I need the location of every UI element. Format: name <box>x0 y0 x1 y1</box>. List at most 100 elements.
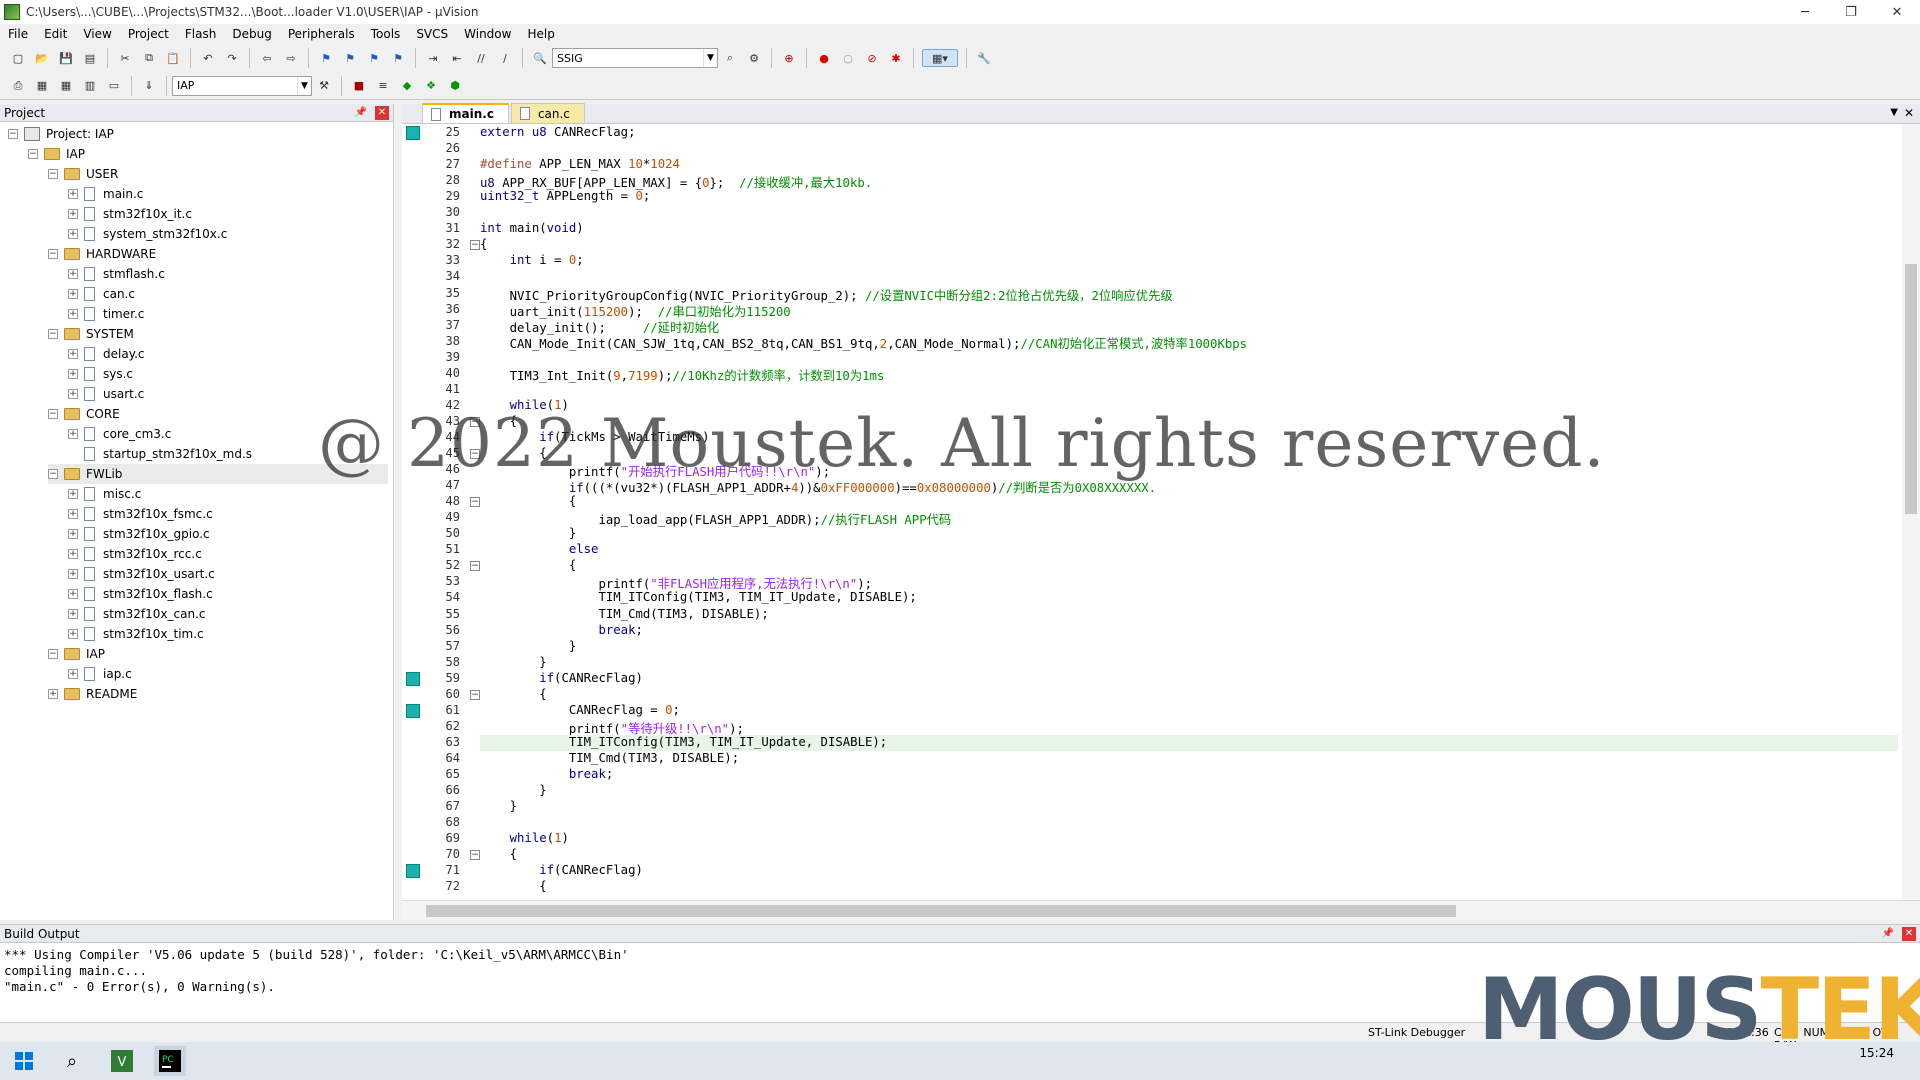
download-icon[interactable]: ⇓ <box>140 77 158 95</box>
restore-button[interactable]: ❐ <box>1828 0 1874 24</box>
incremental-find-icon[interactable]: ⌕ <box>721 49 739 67</box>
expand-icon[interactable]: + <box>68 349 78 359</box>
tree-file[interactable]: + main.c <box>68 184 143 204</box>
tree-file[interactable]: + core_cm3.c <box>68 424 171 444</box>
code-line[interactable]: } <box>480 783 546 797</box>
menu-view[interactable]: View <box>75 27 119 41</box>
paste-icon[interactable]: 📋 <box>164 49 182 67</box>
code-line[interactable]: else <box>480 542 599 556</box>
tree-group-iap[interactable]: − IAP <box>48 644 105 664</box>
code-line[interactable]: #define APP_LEN_MAX 10*1024 <box>480 157 680 171</box>
menu-peripherals[interactable]: Peripherals <box>280 27 363 41</box>
expand-icon[interactable]: + <box>68 289 78 299</box>
manage-project-icon[interactable]: ≡ <box>374 77 392 95</box>
redo-icon[interactable]: ↷ <box>223 49 241 67</box>
tree-file[interactable]: + iap.c <box>68 664 132 684</box>
keil-uvision-icon[interactable]: V <box>106 1046 138 1076</box>
tree-file[interactable]: + timer.c <box>68 304 144 324</box>
tree-file[interactable]: + stm32f10x_it.c <box>68 204 192 224</box>
rebuild-icon[interactable]: ▦ <box>57 77 75 95</box>
expand-icon[interactable]: + <box>68 549 78 559</box>
bookmark-icon[interactable] <box>406 126 420 140</box>
breakpoint-disable-icon[interactable]: ⊘ <box>863 49 881 67</box>
chevron-down-icon[interactable]: ▼ <box>703 49 717 67</box>
code-line[interactable]: CAN_Mode_Init(CAN_SJW_1tq,CAN_BS2_8tq,CA… <box>480 334 1247 352</box>
code-line[interactable]: if(CANRecFlag) <box>480 671 643 685</box>
fold-icon[interactable]: − <box>470 689 480 700</box>
menu-svcs[interactable]: SVCS <box>408 27 456 41</box>
code-line[interactable]: while(1) <box>480 831 569 845</box>
code-line[interactable]: } <box>480 639 576 653</box>
code-line[interactable]: int i = 0; <box>480 253 584 267</box>
pack-installer-icon[interactable]: ◆ <box>398 77 416 95</box>
code-line[interactable]: { <box>480 687 546 701</box>
run-time-env-icon[interactable]: ⬢ <box>446 77 464 95</box>
indent-icon[interactable]: ⇥ <box>424 49 442 67</box>
close-icon[interactable]: ✕ <box>375 105 389 120</box>
collapse-icon[interactable]: − <box>8 129 18 139</box>
save-icon[interactable]: 💾 <box>57 49 75 67</box>
cut-icon[interactable]: ✂ <box>116 49 134 67</box>
collapse-icon[interactable]: − <box>28 149 38 159</box>
tree-file[interactable]: + sys.c <box>68 364 133 384</box>
tree-group-user[interactable]: − USER <box>48 164 118 184</box>
close-icon[interactable]: ✕ <box>1904 106 1914 120</box>
code-line[interactable]: { <box>480 494 576 508</box>
translate-icon[interactable]: ⎙ <box>9 77 27 95</box>
expand-icon[interactable]: + <box>68 429 78 439</box>
pin-icon[interactable]: 📌 <box>1882 928 1894 939</box>
expand-icon[interactable]: + <box>68 669 78 679</box>
menu-project[interactable]: Project <box>120 27 177 41</box>
code-line[interactable]: int main(void) <box>480 221 584 235</box>
tree-file[interactable]: + usart.c <box>68 384 144 404</box>
expand-icon[interactable]: + <box>68 609 78 619</box>
code-line[interactable]: } <box>480 655 546 669</box>
tree-group-core[interactable]: − CORE <box>48 404 120 424</box>
expand-icon[interactable]: + <box>68 629 78 639</box>
tree-file[interactable]: + stm32f10x_tim.c <box>68 624 204 644</box>
tree-file[interactable]: + misc.c <box>68 484 141 504</box>
configure-icon[interactable]: 🔧 <box>975 49 993 67</box>
tree-project-root[interactable]: − Project: IAP <box>8 124 114 144</box>
tree-group-readme[interactable]: + README <box>48 684 137 704</box>
bookmark-prev-icon[interactable]: ⚑ <box>341 49 359 67</box>
search-icon[interactable]: ⌕ <box>56 1046 88 1076</box>
expand-icon[interactable]: + <box>68 229 78 239</box>
expand-icon[interactable]: + <box>68 589 78 599</box>
tree-file[interactable]: + stm32f10x_fsmc.c <box>68 504 213 524</box>
bookmark-next-icon[interactable]: ⚑ <box>365 49 383 67</box>
bookmark-clear-icon[interactable]: ⚑ <box>389 49 407 67</box>
copy-icon[interactable]: ⧉ <box>140 49 158 67</box>
menu-debug[interactable]: Debug <box>224 27 279 41</box>
tree-file[interactable]: + stm32f10x_rcc.c <box>68 544 202 564</box>
scroll-thumb[interactable] <box>426 905 1456 917</box>
find-combo[interactable]: SSIG ▼ <box>552 48 718 68</box>
gutter[interactable]: 25 26 27 28 29 30 31 32 33 34 35 36 37 38 39 40 41 42 43 44… <box>402 124 470 900</box>
undo-icon[interactable]: ↶ <box>199 49 217 67</box>
bookmark-icon[interactable] <box>406 671 420 686</box>
code-line[interactable]: { <box>480 847 517 861</box>
code-line[interactable]: break; <box>480 767 613 781</box>
batch-build-icon[interactable]: ▥ <box>81 77 99 95</box>
code-line[interactable]: uint32_t APPLength = 0; <box>480 189 650 203</box>
tree-file[interactable]: startup_stm32f10x_md.s <box>68 444 252 464</box>
expand-icon[interactable]: + <box>68 369 78 379</box>
collapse-icon[interactable]: − <box>48 329 58 339</box>
fold-icon[interactable]: − <box>470 850 480 861</box>
start-debug-icon[interactable]: ⊕ <box>780 49 798 67</box>
code-line[interactable]: } <box>480 799 517 813</box>
menu-edit[interactable]: Edit <box>36 27 75 41</box>
tab-list-icon[interactable]: ▼ <box>1890 107 1898 118</box>
code-line[interactable]: TIM_Cmd(TIM3, DISABLE); <box>480 607 768 621</box>
code-line[interactable]: TIM3_Int_Init(9,7199);//10Khz的计数频率，计数到10… <box>480 366 885 384</box>
expand-icon[interactable]: + <box>68 269 78 279</box>
code-line[interactable]: CANRecFlag = 0; <box>480 703 680 717</box>
breakpoint-enable-icon[interactable]: ○ <box>839 49 857 67</box>
tab-main-c[interactable]: main.c <box>422 103 509 123</box>
tree-file[interactable]: + stm32f10x_gpio.c <box>68 524 210 544</box>
tree-file[interactable]: + delay.c <box>68 344 145 364</box>
close-button[interactable]: ✕ <box>1874 0 1920 24</box>
comment-icon[interactable]: // <box>472 49 490 67</box>
chevron-down-icon[interactable]: ▼ <box>297 76 311 95</box>
breakpoint-insert-icon[interactable]: ● <box>815 49 833 67</box>
